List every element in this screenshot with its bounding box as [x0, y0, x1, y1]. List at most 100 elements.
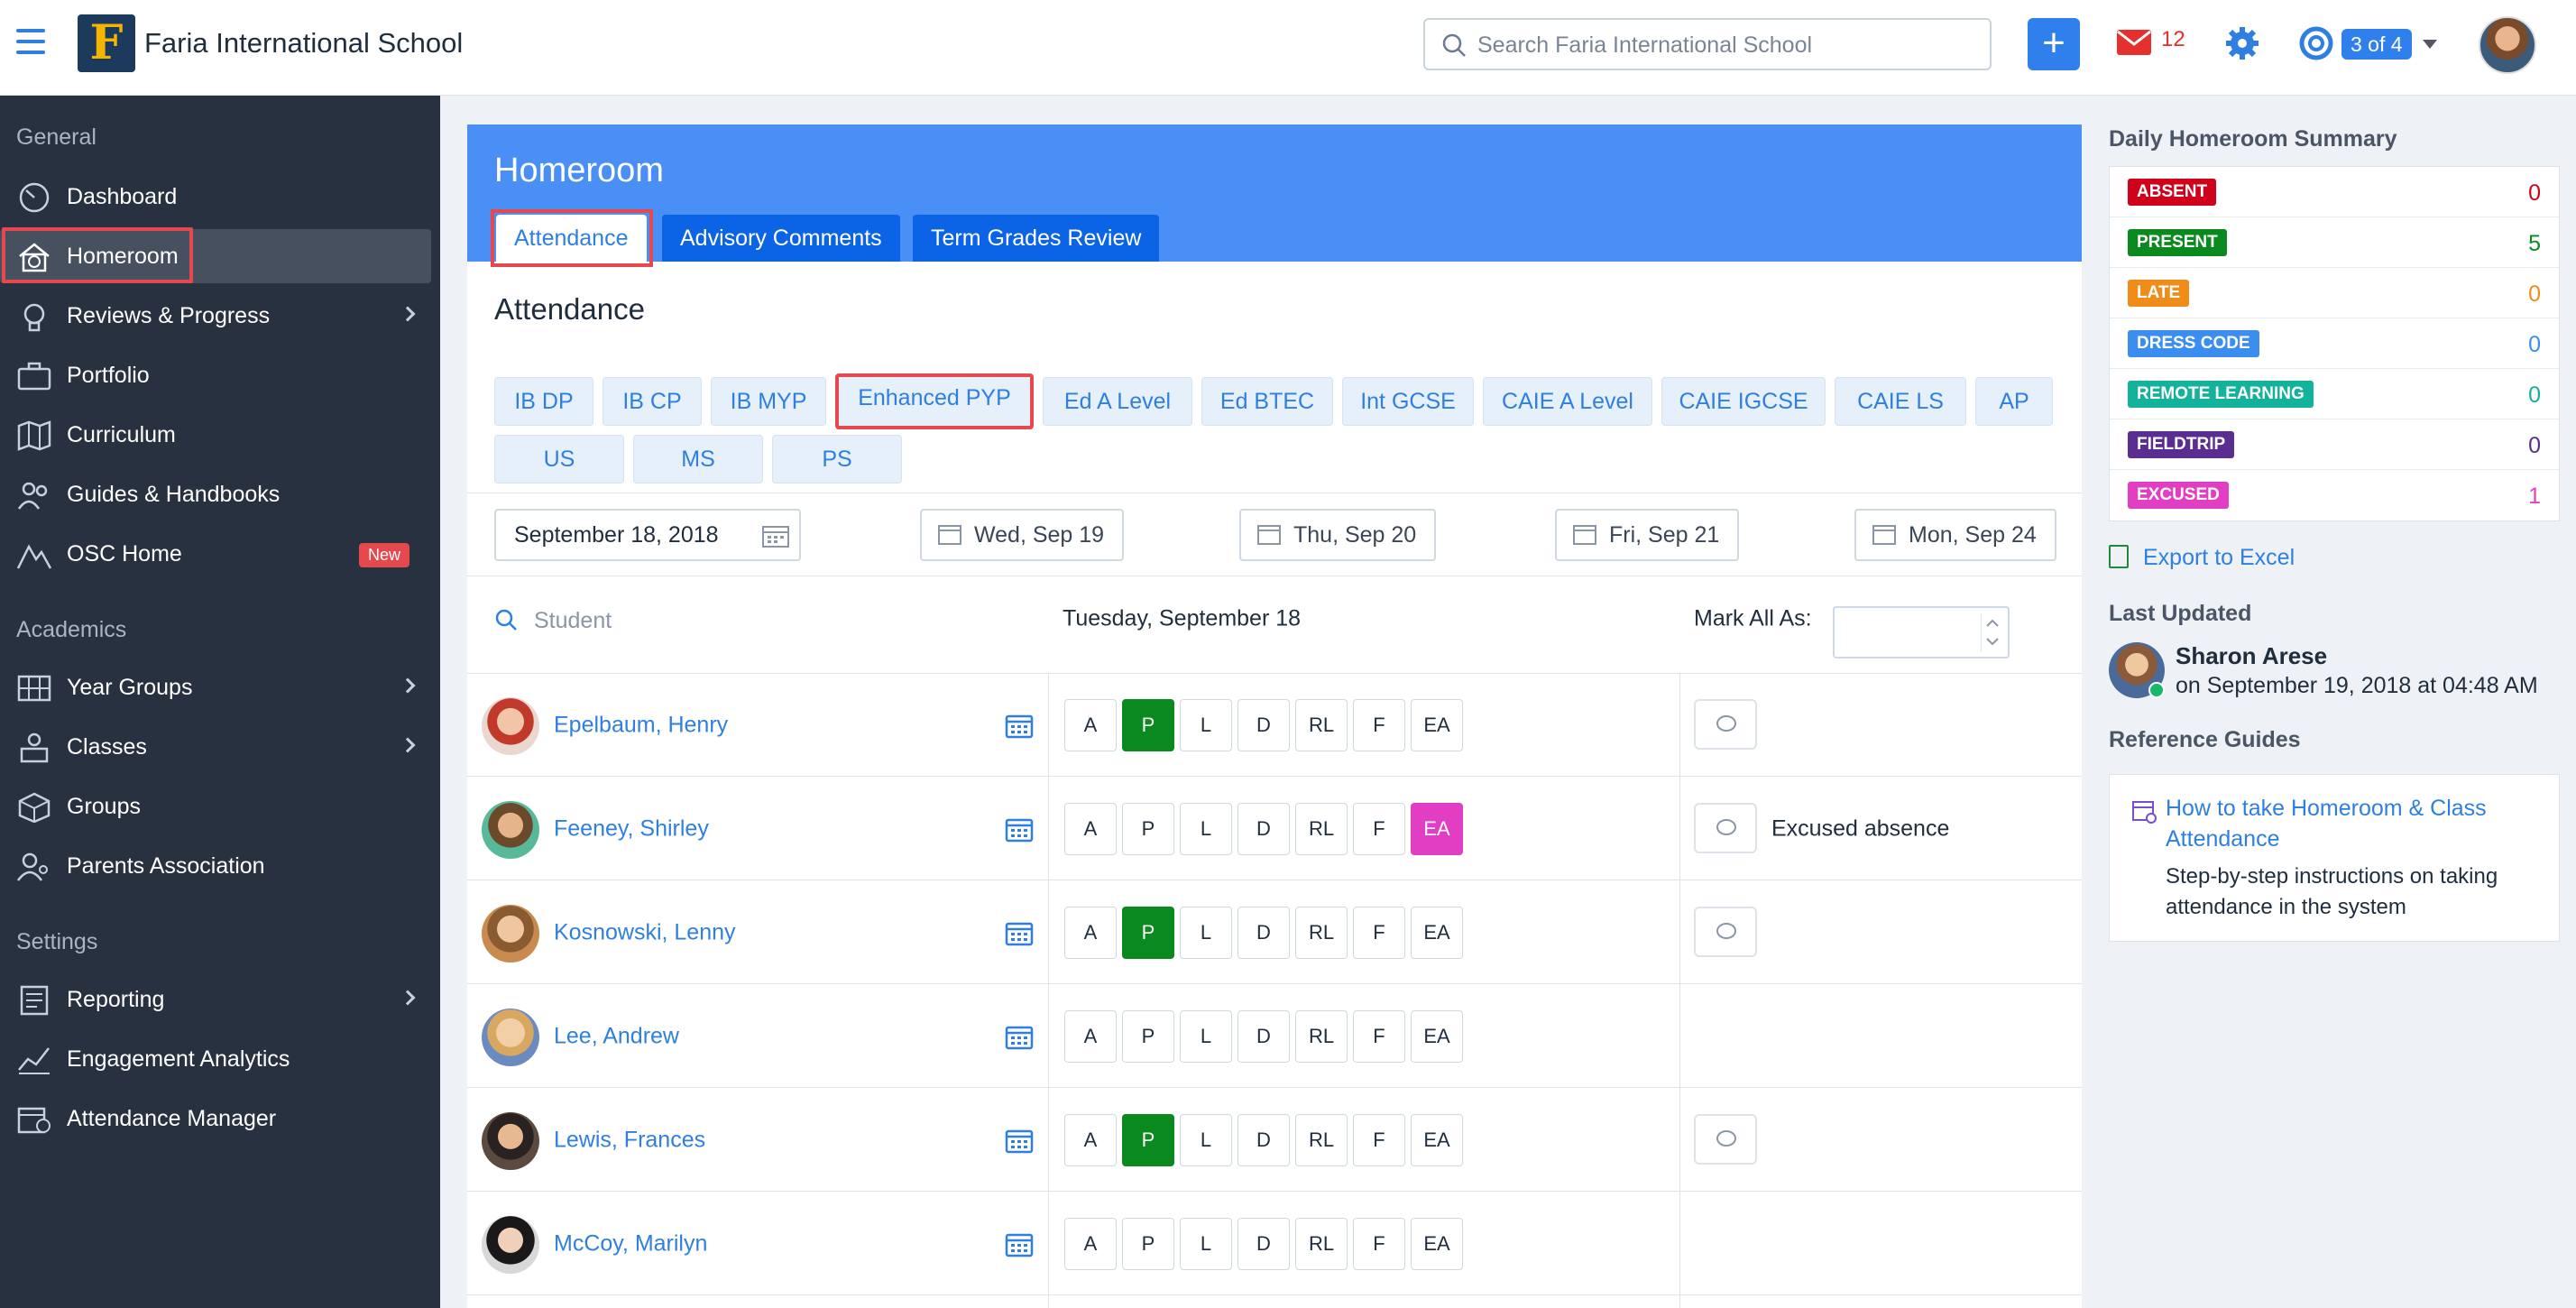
calendar-icon[interactable] [1005, 1230, 1034, 1257]
mark-all-select[interactable] [1833, 606, 2010, 659]
comment-button[interactable] [1694, 907, 1757, 957]
calendar-icon[interactable] [1005, 919, 1034, 946]
sidebar-item-reporting[interactable]: Reporting [0, 972, 431, 1027]
attendance-code-d[interactable]: D [1237, 907, 1290, 959]
attendance-code-p[interactable]: P [1122, 699, 1174, 751]
attendance-code-p[interactable]: P [1122, 803, 1174, 855]
add-button[interactable]: + [2028, 18, 2080, 70]
attendance-code-l[interactable]: L [1180, 1114, 1232, 1166]
attendance-code-ea[interactable]: EA [1411, 1218, 1463, 1270]
tab-attendance[interactable]: Attendance [496, 215, 647, 262]
day-button-mon-sep-24[interactable]: Mon, Sep 24 [1854, 509, 2056, 561]
student-name-link[interactable]: Lee, Andrew [554, 1024, 679, 1050]
attendance-code-f[interactable]: F [1353, 907, 1405, 959]
attendance-code-f[interactable]: F [1353, 1010, 1405, 1063]
programme-ap[interactable]: AP [1975, 377, 2053, 426]
attendance-code-a[interactable]: A [1064, 907, 1117, 959]
day-button-wed-sep-19[interactable]: Wed, Sep 19 [920, 509, 1125, 561]
comment-button[interactable] [1694, 699, 1757, 750]
sidebar-item-attendance-manager[interactable]: Attendance Manager [0, 1092, 431, 1146]
attendance-code-f[interactable]: F [1353, 803, 1405, 855]
sidebar-item-osc-home[interactable]: OSC Home New [0, 527, 431, 581]
sidebar-item-parents-association[interactable]: Parents Association [0, 839, 431, 893]
sidebar-item-groups[interactable]: Groups [0, 779, 431, 834]
mail-count-badge[interactable]: 12 [2161, 27, 2185, 52]
comment-button[interactable] [1694, 1114, 1757, 1165]
sidebar-item-guides-handbooks[interactable]: Guides & Handbooks [0, 467, 431, 521]
attendance-code-rl[interactable]: RL [1295, 803, 1348, 855]
mail-icon[interactable] [2116, 29, 2152, 56]
programme-ms[interactable]: MS [633, 435, 763, 484]
attendance-code-rl[interactable]: RL [1295, 1114, 1348, 1166]
sidebar-item-curriculum[interactable]: Curriculum [0, 408, 431, 462]
attendance-code-d[interactable]: D [1237, 699, 1290, 751]
attendance-code-p[interactable]: P [1122, 1218, 1174, 1270]
programme-enhanced-pyp[interactable]: Enhanced PYP [835, 373, 1034, 429]
user-avatar[interactable] [2479, 16, 2536, 74]
sidebar-item-homeroom[interactable]: Homeroom [0, 227, 431, 283]
attendance-code-d[interactable]: D [1237, 1114, 1290, 1166]
attendance-code-f[interactable]: F [1353, 699, 1405, 751]
student-filter[interactable] [494, 601, 945, 640]
attendance-code-f[interactable]: F [1353, 1218, 1405, 1270]
attendance-code-a[interactable]: A [1064, 1114, 1117, 1166]
day-button-thu-sep-20[interactable]: Thu, Sep 20 [1239, 509, 1437, 561]
attendance-code-rl[interactable]: RL [1295, 1010, 1348, 1063]
attendance-code-a[interactable]: A [1064, 1010, 1117, 1063]
attendance-code-ea[interactable]: EA [1411, 907, 1463, 959]
attendance-code-a[interactable]: A [1064, 803, 1117, 855]
student-name-link[interactable]: McCoy, Marilyn [554, 1231, 707, 1257]
calendar-icon[interactable] [1005, 1023, 1034, 1050]
attendance-code-rl[interactable]: RL [1295, 699, 1348, 751]
programme-caie-igcse[interactable]: CAIE IGCSE [1661, 377, 1826, 426]
attendance-code-ea[interactable]: EA [1411, 1010, 1463, 1063]
tab-advisory-comments[interactable]: Advisory Comments [662, 215, 900, 262]
attendance-code-a[interactable]: A [1064, 699, 1117, 751]
sidebar-item-dashboard[interactable]: Dashboard [0, 170, 431, 224]
student-name-link[interactable]: Lewis, Frances [554, 1128, 705, 1154]
student-name-link[interactable]: Epelbaum, Henry [554, 713, 728, 739]
attendance-code-d[interactable]: D [1237, 1010, 1290, 1063]
attendance-code-d[interactable]: D [1237, 803, 1290, 855]
chevron-down-icon[interactable] [2423, 40, 2437, 49]
programme-caie-ls[interactable]: CAIE LS [1835, 377, 1966, 426]
programme-caie-a-level[interactable]: CAIE A Level [1483, 377, 1652, 426]
export-excel-link[interactable]: Export to Excel [2109, 545, 2295, 571]
attendance-code-p[interactable]: P [1122, 1010, 1174, 1063]
programme-ib-myp[interactable]: IB MYP [711, 377, 826, 426]
attendance-code-rl[interactable]: RL [1295, 907, 1348, 959]
day-button-fri-sep-21[interactable]: Fri, Sep 21 [1555, 509, 1740, 561]
calendar-icon[interactable] [761, 523, 790, 548]
attendance-code-l[interactable]: L [1180, 699, 1232, 751]
programme-ib-dp[interactable]: IB DP [494, 377, 593, 426]
attendance-code-d[interactable]: D [1237, 1218, 1290, 1270]
menu-icon[interactable] [16, 29, 45, 54]
attendance-code-rl[interactable]: RL [1295, 1218, 1348, 1270]
student-search-input[interactable] [534, 603, 931, 639]
calendar-icon[interactable] [1005, 815, 1034, 843]
date-picker[interactable]: September 18, 2018 [494, 509, 801, 561]
search-input[interactable] [1477, 29, 1983, 61]
programme-ps[interactable]: PS [772, 435, 902, 484]
sidebar-item-engagement-analytics[interactable]: Engagement Analytics [0, 1032, 431, 1086]
tab-term-grades-review[interactable]: Term Grades Review [913, 215, 1160, 262]
attendance-code-l[interactable]: L [1180, 1010, 1232, 1063]
sidebar-item-year-groups[interactable]: Year Groups [0, 660, 431, 714]
attendance-code-ea[interactable]: EA [1411, 1114, 1463, 1166]
student-name-link[interactable]: Feeney, Shirley [554, 816, 709, 843]
gear-icon[interactable] [2224, 25, 2260, 61]
school-name[interactable]: Faria International School [144, 27, 463, 60]
attendance-code-l[interactable]: L [1180, 1218, 1232, 1270]
programme-ed-btec[interactable]: Ed BTEC [1201, 377, 1333, 426]
calendar-icon[interactable] [1005, 712, 1034, 739]
comment-button[interactable] [1694, 803, 1757, 853]
help-progress-badge[interactable]: 3 of 4 [2341, 29, 2412, 60]
programme-ed-a-level[interactable]: Ed A Level [1043, 377, 1192, 426]
student-name-link[interactable]: Kosnowski, Lenny [554, 920, 736, 946]
attendance-code-l[interactable]: L [1180, 907, 1232, 959]
stepper-icon[interactable] [1981, 613, 2002, 651]
lifebuoy-icon[interactable] [2298, 25, 2334, 61]
programme-int-gcse[interactable]: Int GCSE [1342, 377, 1474, 426]
sidebar-item-classes[interactable]: Classes [0, 720, 431, 774]
attendance-code-f[interactable]: F [1353, 1114, 1405, 1166]
